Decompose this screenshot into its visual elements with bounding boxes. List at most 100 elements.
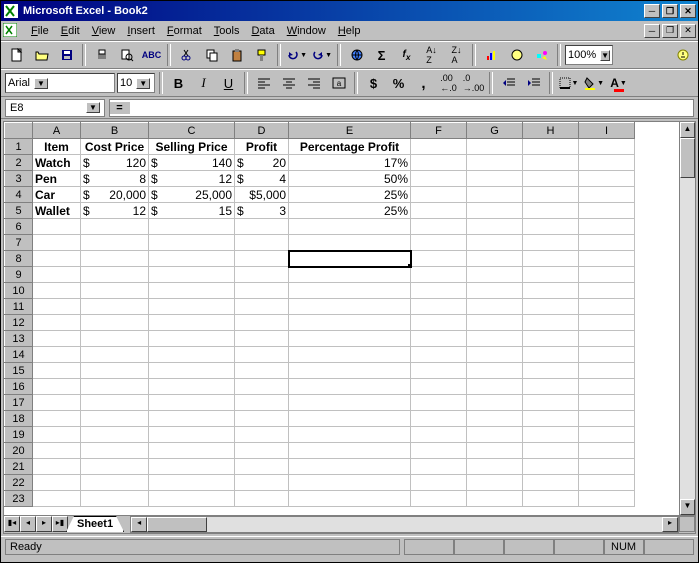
cell-G18[interactable] (467, 411, 523, 427)
cell-I17[interactable] (579, 395, 635, 411)
cell-A3[interactable]: Pen (33, 171, 81, 187)
row-header-13[interactable]: 13 (5, 331, 33, 347)
cell-B22[interactable] (81, 475, 149, 491)
cell-H1[interactable] (523, 139, 579, 155)
name-box[interactable]: E8 ▼ (5, 99, 105, 117)
cell-I11[interactable] (579, 299, 635, 315)
row-header-20[interactable]: 20 (5, 443, 33, 459)
cell-H17[interactable] (523, 395, 579, 411)
cell-G12[interactable] (467, 315, 523, 331)
cell-A17[interactable] (33, 395, 81, 411)
cell-C1[interactable]: Selling Price (149, 139, 235, 155)
scroll-up-button[interactable]: ▲ (680, 122, 695, 138)
row-header-21[interactable]: 21 (5, 459, 33, 475)
minimize-button[interactable]: ─ (644, 4, 660, 18)
cell-F15[interactable] (411, 363, 467, 379)
cell-I15[interactable] (579, 363, 635, 379)
cell-A13[interactable] (33, 331, 81, 347)
col-header-F[interactable]: F (411, 123, 467, 139)
cell-G17[interactable] (467, 395, 523, 411)
horizontal-scrollbar[interactable]: ◂ ▸ (130, 516, 679, 533)
name-box-dropdown[interactable]: ▼ (86, 102, 100, 113)
col-header-D[interactable]: D (235, 123, 289, 139)
scroll-right-button[interactable]: ▸ (662, 517, 678, 532)
cell-E23[interactable] (289, 491, 411, 507)
cell-H8[interactable] (523, 251, 579, 267)
cell-A4[interactable]: Car (33, 187, 81, 203)
cell-H19[interactable] (523, 427, 579, 443)
print-button[interactable] (90, 44, 113, 66)
cell-D13[interactable] (235, 331, 289, 347)
close-button[interactable]: ✕ (680, 4, 696, 18)
cell-A19[interactable] (33, 427, 81, 443)
cell-E13[interactable] (289, 331, 411, 347)
cell-D14[interactable] (235, 347, 289, 363)
cell-A10[interactable] (33, 283, 81, 299)
cell-C21[interactable] (149, 459, 235, 475)
cell-G14[interactable] (467, 347, 523, 363)
cell-F8[interactable] (411, 251, 467, 267)
chart-wizard-button[interactable] (480, 44, 503, 66)
cell-F7[interactable] (411, 235, 467, 251)
cell-E16[interactable] (289, 379, 411, 395)
cell-I7[interactable] (579, 235, 635, 251)
cell-H3[interactable] (523, 171, 579, 187)
cell-C16[interactable] (149, 379, 235, 395)
cell-C17[interactable] (149, 395, 235, 411)
cell-F20[interactable] (411, 443, 467, 459)
cell-E14[interactable] (289, 347, 411, 363)
menu-tools[interactable]: Tools (208, 23, 246, 39)
decrease-indent-button[interactable] (497, 72, 520, 94)
col-header-A[interactable]: A (33, 123, 81, 139)
cell-F5[interactable] (411, 203, 467, 219)
row-header-15[interactable]: 15 (5, 363, 33, 379)
cell-H7[interactable] (523, 235, 579, 251)
cell-B9[interactable] (81, 267, 149, 283)
sort-desc-button[interactable]: Z↓A (445, 44, 468, 66)
print-preview-button[interactable] (115, 44, 138, 66)
cell-D7[interactable] (235, 235, 289, 251)
cell-E2[interactable]: 17% (289, 155, 411, 171)
cell-D21[interactable] (235, 459, 289, 475)
cell-F10[interactable] (411, 283, 467, 299)
mdi-close-button[interactable]: ✕ (680, 24, 696, 38)
cell-C5[interactable]: $15 (149, 203, 235, 219)
cell-F1[interactable] (411, 139, 467, 155)
row-header-14[interactable]: 14 (5, 347, 33, 363)
menu-format[interactable]: Format (161, 23, 208, 39)
underline-button[interactable]: U (217, 72, 240, 94)
cell-E15[interactable] (289, 363, 411, 379)
cell-C11[interactable] (149, 299, 235, 315)
cell-F12[interactable] (411, 315, 467, 331)
cell-I9[interactable] (579, 267, 635, 283)
cell-G9[interactable] (467, 267, 523, 283)
menu-insert[interactable]: Insert (121, 23, 161, 39)
cell-B11[interactable] (81, 299, 149, 315)
font-size-combo[interactable]: 10▼ (117, 73, 155, 93)
cell-I19[interactable] (579, 427, 635, 443)
cell-F6[interactable] (411, 219, 467, 235)
cell-B6[interactable] (81, 219, 149, 235)
cell-F21[interactable] (411, 459, 467, 475)
decrease-decimal-button[interactable]: .0→.00 (462, 72, 485, 94)
cell-E8[interactable] (289, 251, 411, 267)
row-header-16[interactable]: 16 (5, 379, 33, 395)
sort-asc-button[interactable]: A↓Z (420, 44, 443, 66)
cell-A12[interactable] (33, 315, 81, 331)
fill-color-button[interactable]: ▼ (582, 72, 605, 94)
cell-I1[interactable] (579, 139, 635, 155)
cell-E6[interactable] (289, 219, 411, 235)
row-header-11[interactable]: 11 (5, 299, 33, 315)
cell-B15[interactable] (81, 363, 149, 379)
menu-help[interactable]: Help (332, 23, 367, 39)
hyperlink-button[interactable] (345, 44, 368, 66)
cell-H11[interactable] (523, 299, 579, 315)
cell-C6[interactable] (149, 219, 235, 235)
tab-first-button[interactable]: ▮◂ (4, 516, 20, 532)
borders-button[interactable]: ▼ (557, 72, 580, 94)
row-header-3[interactable]: 3 (5, 171, 33, 187)
cell-C14[interactable] (149, 347, 235, 363)
percent-button[interactable]: % (387, 72, 410, 94)
cell-F13[interactable] (411, 331, 467, 347)
cell-B18[interactable] (81, 411, 149, 427)
